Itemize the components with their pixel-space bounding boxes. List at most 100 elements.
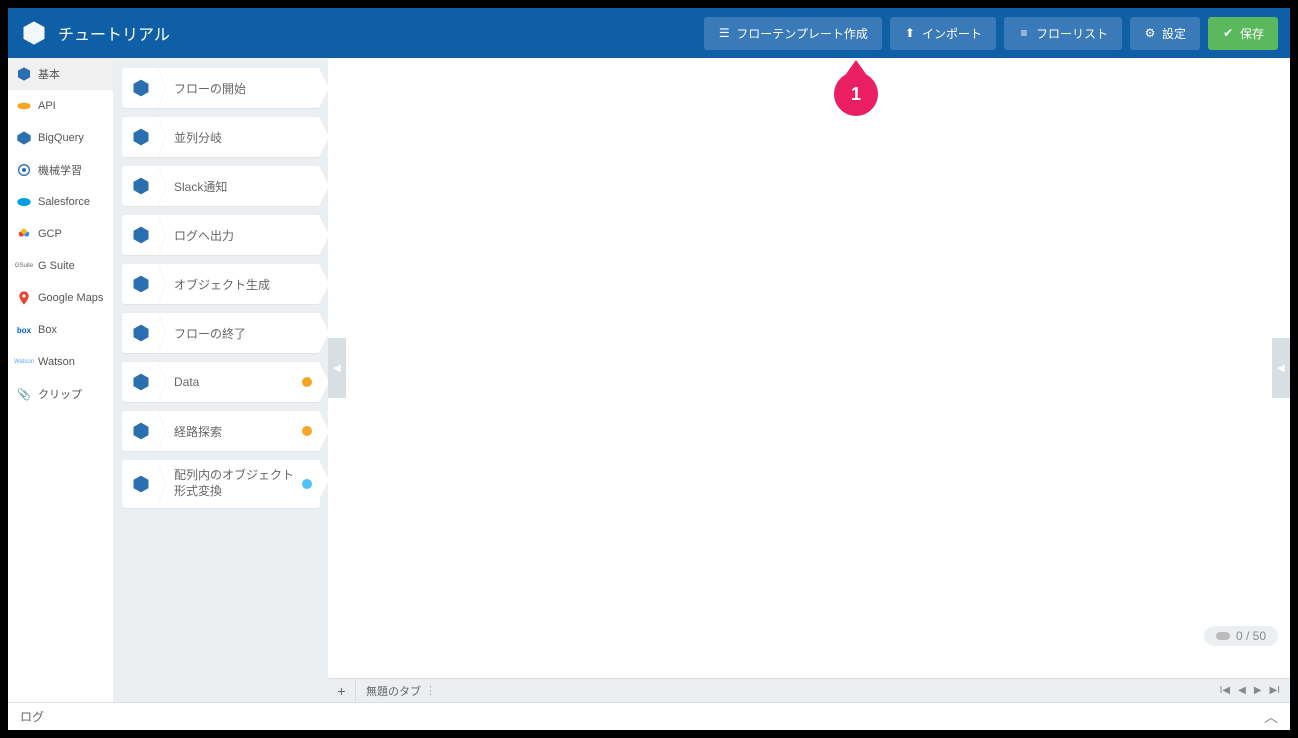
salesforce-icon xyxy=(16,194,32,210)
block-icon xyxy=(122,166,160,206)
tab-menu-icon: ⋮ xyxy=(425,684,436,697)
block-icon xyxy=(122,68,160,108)
tab-first-button[interactable]: I◀ xyxy=(1220,685,1230,696)
category-watson[interactable]: Watson Watson xyxy=(8,346,113,378)
block-icon xyxy=(122,215,160,255)
canvas-area: ◀ ◀ 0 / 50 + 無題のタブ ⋮ xyxy=(328,58,1290,702)
maps-pin-icon xyxy=(16,290,32,306)
block-flow-start[interactable]: フローの開始 xyxy=(122,68,320,108)
category-salesforce[interactable]: Salesforce xyxy=(8,186,113,218)
brain-icon xyxy=(16,162,32,178)
gsuite-icon: GSuite xyxy=(16,258,32,274)
category-gsuite[interactable]: GSuite G Suite xyxy=(8,250,113,282)
category-bigquery[interactable]: BigQuery xyxy=(8,122,113,154)
plus-icon: + xyxy=(337,683,345,699)
block-badge-icon xyxy=(302,377,312,387)
block-flow-end[interactable]: フローの終了 xyxy=(122,313,320,353)
category-label: Watson xyxy=(38,356,75,368)
tutorial-hint-badge[interactable]: 1 xyxy=(834,72,878,116)
block-icon xyxy=(122,460,160,508)
box-icon xyxy=(16,66,32,82)
block-array-object-convert[interactable]: 配列内のオブジェクト形式変換 xyxy=(122,460,320,508)
block-route-search[interactable]: 経路探索 xyxy=(122,411,320,451)
gcp-icon xyxy=(16,226,32,242)
tab-untitled[interactable]: 無題のタブ ⋮ xyxy=(356,679,446,702)
tab-nav: I◀ ◀ ▶ ▶I xyxy=(1210,685,1290,696)
block-object-create[interactable]: オブジェクト生成 xyxy=(122,264,320,304)
create-template-button[interactable]: ☰ フローテンプレート作成 xyxy=(704,17,882,50)
category-maps[interactable]: Google Maps xyxy=(8,282,113,314)
tab-prev-button[interactable]: ◀ xyxy=(1238,685,1246,696)
block-badge-icon xyxy=(302,479,312,489)
block-label: 経路探索 xyxy=(160,423,302,440)
header: チュートリアル ☰ フローテンプレート作成 ⬆ インポート ≡ フローリスト ⚙… xyxy=(8,8,1290,58)
block-icon xyxy=(122,362,160,402)
block-palette: フローの開始 並列分岐 Slack通知 ログへ出力 オブジェクト生成 フローの終… xyxy=(114,58,328,702)
block-icon xyxy=(122,411,160,451)
category-label: Google Maps xyxy=(38,292,103,304)
block-label: Slack通知 xyxy=(160,178,320,195)
app-logo-icon xyxy=(20,19,48,47)
add-tab-button[interactable]: + xyxy=(328,679,356,702)
block-badge-icon xyxy=(302,426,312,436)
block-slack-notify[interactable]: Slack通知 xyxy=(122,166,320,206)
block-counter: 0 / 50 xyxy=(1204,626,1278,646)
settings-button[interactable]: ⚙ 設定 xyxy=(1130,17,1200,50)
block-icon xyxy=(122,313,160,353)
block-log-output[interactable]: ログへ出力 xyxy=(122,215,320,255)
import-button[interactable]: ⬆ インポート xyxy=(890,17,996,50)
category-sidebar: 基本 API BigQuery 機械学習 Salesforce GCP xyxy=(8,58,114,702)
bigquery-icon xyxy=(16,130,32,146)
category-label: Salesforce xyxy=(38,196,90,208)
log-label: ログ xyxy=(20,708,44,725)
category-label: 機械学習 xyxy=(38,162,82,178)
block-parallel-branch[interactable]: 並列分岐 xyxy=(122,117,320,157)
block-label: フローの開始 xyxy=(160,80,320,97)
block-label: フローの終了 xyxy=(160,325,320,342)
save-button[interactable]: ✔ 保存 xyxy=(1208,17,1278,50)
category-gcp[interactable]: GCP xyxy=(8,218,113,250)
collapse-left-handle[interactable]: ◀ xyxy=(328,338,346,398)
block-label: ログへ出力 xyxy=(160,227,320,244)
box-brand-icon: box xyxy=(16,322,32,338)
button-label: インポート xyxy=(922,25,982,42)
page-title: チュートリアル xyxy=(58,21,696,45)
category-label: Box xyxy=(38,324,57,336)
category-ml[interactable]: 機械学習 xyxy=(8,154,113,186)
counter-value: 0 / 50 xyxy=(1236,629,1266,643)
category-label: G Suite xyxy=(38,260,75,272)
flow-canvas[interactable]: ◀ ◀ 0 / 50 xyxy=(328,58,1290,678)
block-icon xyxy=(122,264,160,304)
log-expand-button[interactable]: ︿ xyxy=(1264,707,1278,727)
chevron-up-icon: ︿ xyxy=(1264,709,1278,725)
button-label: フローリスト xyxy=(1036,25,1108,42)
gear-icon: ⚙ xyxy=(1144,27,1156,39)
document-icon: ☰ xyxy=(718,27,730,39)
watson-icon: Watson xyxy=(16,354,32,370)
chevron-left-icon: ◀ xyxy=(333,363,341,374)
upload-icon: ⬆ xyxy=(904,27,916,39)
tab-next-button[interactable]: ▶ xyxy=(1254,685,1262,696)
category-clip[interactable]: 📎 クリップ xyxy=(8,378,113,410)
list-icon: ≡ xyxy=(1018,27,1030,39)
chevron-left-icon: ◀ xyxy=(1277,363,1285,374)
paperclip-icon: 📎 xyxy=(16,386,32,402)
category-box[interactable]: box Box xyxy=(8,314,113,346)
hint-number: 1 xyxy=(851,84,861,105)
button-label: 設定 xyxy=(1162,25,1186,42)
block-data[interactable]: Data xyxy=(122,362,320,402)
log-bar: ログ ︿ xyxy=(8,702,1290,730)
flow-list-button[interactable]: ≡ フローリスト xyxy=(1004,17,1122,50)
block-label: 並列分岐 xyxy=(160,129,320,146)
category-label: 基本 xyxy=(38,66,60,82)
tab-last-button[interactable]: ▶I xyxy=(1270,685,1280,696)
category-label: API xyxy=(38,100,56,112)
block-label: Data xyxy=(160,375,302,389)
collapse-right-handle[interactable]: ◀ xyxy=(1272,338,1290,398)
block-label: 配列内のオブジェクト形式変換 xyxy=(160,468,302,499)
button-label: フローテンプレート作成 xyxy=(736,25,868,42)
block-label: オブジェクト生成 xyxy=(160,276,320,293)
category-api[interactable]: API xyxy=(8,90,113,122)
category-basic[interactable]: 基本 xyxy=(8,58,113,90)
tab-label: 無題のタブ xyxy=(366,683,421,699)
